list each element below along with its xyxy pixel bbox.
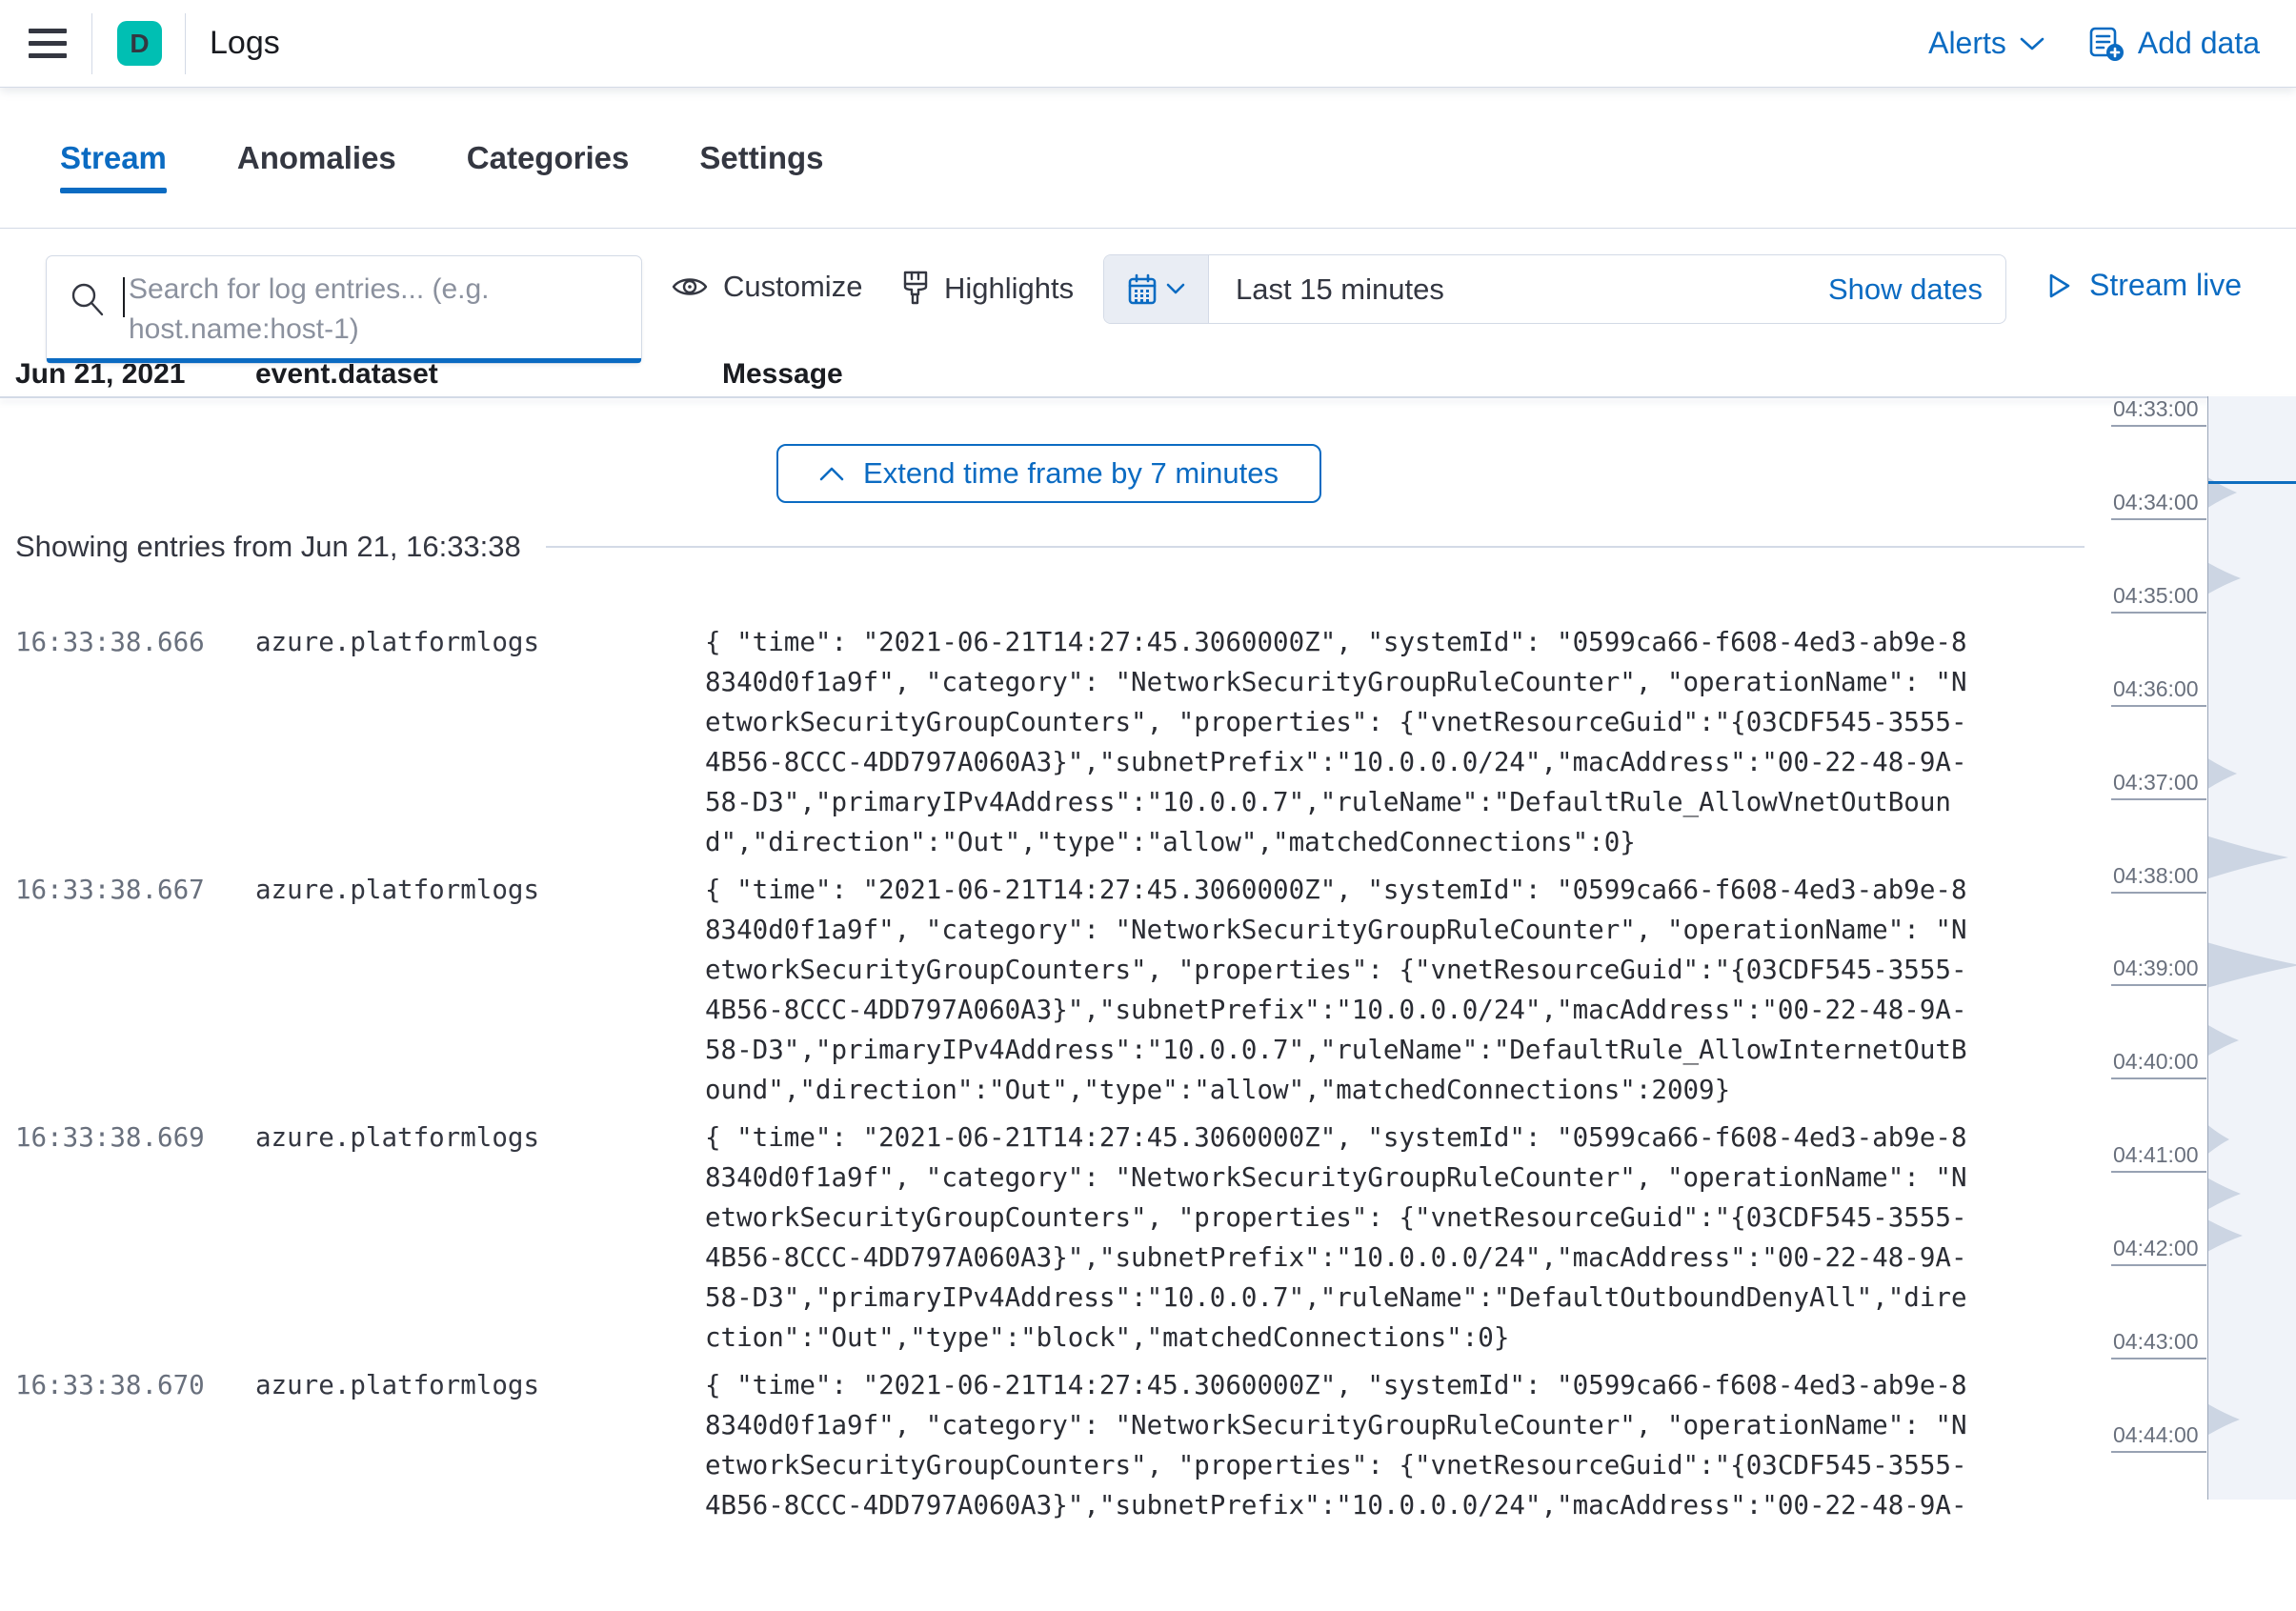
density-blob [2208,1125,2229,1153]
search-input[interactable]: Search for log entries... (e.g. host.nam… [46,255,642,364]
minimap-density-strip[interactable] [2207,396,2296,1500]
extend-time-frame-button[interactable]: Extend time frame by 7 minutes [776,444,1321,503]
minimap-tick-labels: 04:33:00 04:34:00 04:35:00 04:36:00 04:37:00… [2107,396,2206,1500]
minimap-tick-label: 04:41:00 [2113,1142,2199,1168]
minimap-tick-label: 04:34:00 [2113,490,2199,515]
showing-entries-row: Showing entries from Jun 21, 16:33:38 [15,530,2085,564]
density-blobs [2208,396,2296,1500]
density-blob [2208,1025,2239,1056]
minimap-tick-line [2111,892,2206,894]
minimap-tick-label: 04:38:00 [2113,863,2199,889]
eye-icon [671,273,709,300]
density-blob [2208,1220,2243,1252]
log-dataset: azure.platformlogs [255,1365,539,1405]
log-timestamp: 16:33:38.666 [15,622,205,662]
minimap-tick-line [2111,425,2206,427]
divider [546,546,2085,548]
calendar-menu-button[interactable] [1104,255,1209,323]
extend-time-frame-label: Extend time frame by 7 minutes [863,456,1279,491]
customize-button[interactable]: Customize [671,270,862,304]
customize-label: Customize [723,270,862,304]
header-divider [91,13,92,74]
minimap-position-indicator [2208,481,2296,484]
tab-stream[interactable]: Stream [60,88,167,228]
text-caret [123,277,125,317]
density-blob [2208,1404,2240,1435]
chevron-down-icon [2020,36,2044,51]
log-timestamp: 16:33:38.667 [15,870,205,910]
calendar-icon [1127,273,1158,306]
app-logo[interactable]: D [117,21,162,66]
tab-settings[interactable]: Settings [699,88,823,228]
log-dataset: azure.platformlogs [255,622,539,662]
time-range-value[interactable]: Last 15 minutes [1236,272,1444,307]
menu-icon[interactable] [29,29,67,58]
log-message: { "time": "2021-06-21T14:27:45.3060000Z"… [705,1118,1967,1358]
minimap-tick-label: 04:44:00 [2113,1422,2199,1448]
tabs-bar: Stream Anomalies Categories Settings [0,88,2296,229]
density-blob [2208,942,2296,987]
density-blob [2208,563,2241,594]
minimap-tick-label: 04:37:00 [2113,770,2199,795]
minimap-tick-label: 04:42:00 [2113,1236,2199,1261]
add-data-icon [2088,26,2125,62]
minimap-tick-label: 04:35:00 [2113,583,2199,609]
density-blob [2208,1178,2241,1209]
log-row[interactable]: 16:33:38.666 azure.platformlogs { "time": … [0,620,1991,862]
add-data-label: Add data [2138,26,2260,61]
app-header: D Logs Alerts Add data [0,0,2296,88]
log-message: { "time": "2021-06-21T14:27:45.3060000Z"… [705,1365,1967,1525]
add-data-button[interactable]: Add data [2088,26,2260,62]
alerts-label: Alerts [1928,26,2006,61]
log-timestamp: 16:33:38.670 [15,1365,205,1405]
log-message: { "time": "2021-06-21T14:27:45.3060000Z"… [705,622,1967,862]
showing-entries-label: Showing entries from Jun 21, 16:33:38 [15,530,521,564]
log-rows: 16:33:38.666 azure.platformlogs { "time": … [0,620,1991,1611]
density-blob [2208,836,2288,878]
time-range-picker: Last 15 minutes Show dates [1103,254,2006,324]
minimap-tick-line [2111,518,2206,520]
tab-anomalies[interactable]: Anomalies [237,88,396,228]
log-message: { "time": "2021-06-21T14:27:45.3060000Z"… [705,870,1967,1110]
search-icon [70,281,106,317]
tab-categories[interactable]: Categories [467,88,630,228]
minimap-tick-label: 04:40:00 [2113,1049,2199,1075]
stream-live-label: Stream live [2089,268,2242,303]
minimap-tick-label: 04:39:00 [2113,956,2199,981]
minimap-tick-line [2111,984,2206,986]
minimap-tick-line [2111,1077,2206,1079]
minimap-tick-line [2111,1358,2206,1359]
log-timestamp: 16:33:38.669 [15,1118,205,1158]
density-blob [2208,758,2237,788]
minimap-tick-label: 04:43:00 [2113,1329,2199,1355]
minimap-tick-line [2111,612,2206,614]
log-row[interactable]: 16:33:38.670 azure.platformlogs { "time": … [0,1363,1991,1605]
search-placeholder: Search for log entries... (e.g. host.nam… [129,270,576,350]
log-row[interactable]: 16:33:38.669 azure.platformlogs { "time": … [0,1116,1991,1358]
log-row[interactable]: 16:33:38.667 azure.platformlogs { "time": … [0,868,1991,1110]
page-title: Logs [210,25,280,62]
minimap-tick-label: 04:33:00 [2113,396,2199,422]
minimap-tick-line [2111,1264,2206,1266]
chevron-up-icon [819,466,844,482]
play-icon [2044,271,2074,301]
column-header-message: Message [722,358,843,391]
minimap-tick-line [2111,798,2206,800]
log-dataset: azure.platformlogs [255,1118,539,1158]
stream-live-button[interactable]: Stream live [2044,268,2242,303]
minimap-tick-line [2111,1451,2206,1453]
minimap-tick-line [2111,705,2206,707]
highlights-button[interactable]: Highlights [901,270,1074,308]
log-dataset: azure.platformlogs [255,870,539,910]
show-dates-button[interactable]: Show dates [1828,272,1983,307]
chevron-down-icon [1166,283,1185,295]
alerts-menu-button[interactable]: Alerts [1928,26,2044,61]
highlights-label: Highlights [944,272,1074,306]
minimap-tick-line [2111,1171,2206,1173]
minimap-tick-label: 04:36:00 [2113,676,2199,702]
brush-icon [901,270,930,308]
header-divider [185,13,186,74]
